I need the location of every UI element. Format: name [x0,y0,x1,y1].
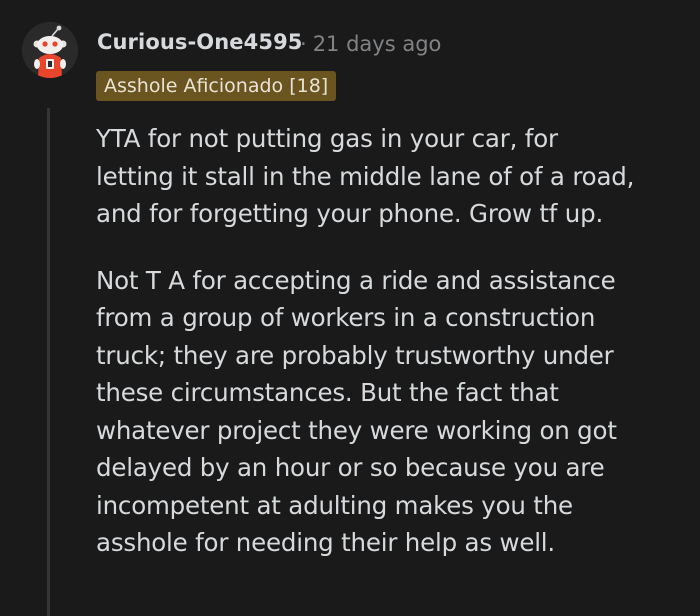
meta-separator: · [300,32,307,56]
comment-body: YTA for not putting gas in your car, for… [96,120,686,562]
text-line: letting it stall in the middle lane of o… [96,161,635,191]
comment-paragraph: Not T A for accepting a ride and assista… [96,262,686,562]
text-line: delayed by an hour or so because you are [96,453,605,482]
avatar[interactable] [22,22,78,78]
text-line: from a group of workers in a constructio… [96,303,596,332]
text-line: these circumstances. But the fact that [96,378,559,407]
text-line: YTA for not putting gas in your car, for [96,124,558,153]
comment: Curious-One4595 · 21 days ago Asshole Afi… [0,0,700,616]
snoo-avatar-icon [22,22,78,78]
text-line: asshole for needing their help as well. [96,528,556,557]
user-flair: Asshole Aficionado [18] [96,71,337,101]
comment-author[interactable]: Curious-One4595 [97,30,303,54]
text-line: truck; they are probably trustworthy und… [96,340,614,370]
comment-timestamp[interactable]: 21 days ago [313,32,442,56]
text-line: Not T A for accepting a ride and assista… [96,265,616,295]
text-line: and for forgetting your phone. Grow tf u… [96,199,604,228]
text-line: incompetent at adulting makes you the [96,490,573,520]
comment-paragraph: YTA for not putting gas in your car, for… [96,120,686,233]
comment-meta: · 21 days ago [300,32,441,56]
text-line: whatever project they were working on go… [96,415,617,445]
thread-collapse-line[interactable] [47,108,50,616]
